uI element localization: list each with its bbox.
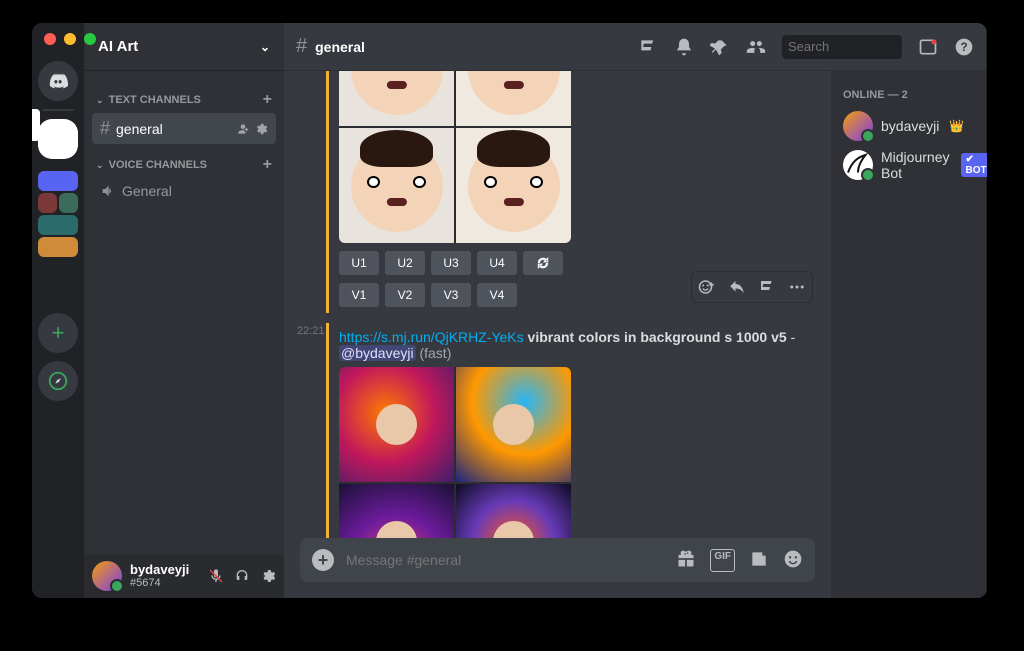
- hash-icon: #: [100, 118, 110, 139]
- message-scroll[interactable]: U1 U2 U3 U4 V1 V2 V3 V4: [284, 71, 831, 538]
- grid-cell-2: [456, 71, 571, 126]
- mute-icon[interactable]: [208, 568, 224, 584]
- chevron-down-icon: ⌄: [260, 40, 270, 54]
- members-sidebar: Online — 2 bydaveyji 👑 Midjourney Bot ✔ …: [831, 71, 986, 598]
- member-bydaveyji[interactable]: bydaveyji 👑: [839, 107, 978, 145]
- btn-v2[interactable]: V2: [385, 283, 425, 307]
- prompt-link[interactable]: https://s.mj.run/QjKRHZ-YeKs: [339, 329, 524, 345]
- more-icon[interactable]: [784, 274, 810, 300]
- member-avatar: [843, 150, 873, 180]
- mj-image-grid[interactable]: [339, 367, 571, 538]
- reply-icon[interactable]: [724, 274, 750, 300]
- channel-label: General: [122, 183, 172, 199]
- btn-u3[interactable]: U3: [431, 251, 471, 275]
- close-dot[interactable]: [44, 33, 56, 45]
- btn-u2[interactable]: U2: [385, 251, 425, 275]
- btn-reroll[interactable]: [523, 251, 563, 275]
- bot-badge: ✔ BOT: [961, 153, 987, 177]
- deafen-icon[interactable]: [234, 568, 250, 584]
- server-name: AI Art: [98, 38, 138, 55]
- sticker-icon[interactable]: [749, 549, 769, 572]
- prompt-text: vibrant colors in background s 1000 v5: [528, 329, 787, 345]
- reroll-icon: [536, 256, 550, 270]
- search-box[interactable]: [782, 35, 902, 59]
- notifications-icon[interactable]: [674, 37, 694, 57]
- midjourney-icon: [843, 150, 873, 180]
- settings-icon[interactable]: [254, 122, 268, 136]
- discord-icon: [47, 70, 69, 92]
- invite-icon[interactable]: [236, 122, 250, 136]
- emoji-icon[interactable]: [783, 549, 803, 572]
- window-controls[interactable]: [44, 33, 96, 45]
- category-voice[interactable]: ⌄ Voice Channels +: [92, 152, 276, 178]
- grid-cell-4: [456, 484, 571, 538]
- btn-u1[interactable]: U1: [339, 251, 379, 275]
- add-channel-icon[interactable]: +: [263, 91, 272, 109]
- btn-u4[interactable]: U4: [477, 251, 517, 275]
- btn-v4[interactable]: V4: [477, 283, 517, 307]
- message-hover-actions: [691, 271, 813, 303]
- btn-v1[interactable]: V1: [339, 283, 379, 307]
- main-chat: # general ?: [284, 23, 987, 598]
- gif-icon[interactable]: GIF: [710, 549, 735, 572]
- message-content: https://s.mj.run/QjKRHZ-YeKs vibrant col…: [339, 329, 831, 361]
- grid-cell-1: [339, 71, 454, 126]
- min-dot[interactable]: [64, 33, 76, 45]
- user-settings-icon[interactable]: [260, 568, 276, 584]
- compass-icon: [47, 370, 69, 392]
- server-rail: +: [32, 23, 84, 598]
- category-text[interactable]: ⌄ Text Channels +: [92, 87, 276, 113]
- channel-sidebar: AI Art ⌄ ⌄ Text Channels + # general ⌄ V…: [84, 23, 284, 598]
- grid-cell-3: [339, 484, 454, 538]
- composer-input[interactable]: [346, 552, 664, 568]
- help-icon[interactable]: ?: [954, 37, 974, 57]
- btn-v3[interactable]: V3: [431, 283, 471, 307]
- message-timestamp: 22:21: [297, 325, 325, 337]
- grid-cell-4: [456, 128, 571, 243]
- message-composer: + GIF: [300, 538, 815, 582]
- add-server-button[interactable]: +: [38, 313, 78, 353]
- dm-home-button[interactable]: [38, 61, 78, 101]
- add-reaction-icon[interactable]: [694, 274, 720, 300]
- channel-topbar: # general ?: [284, 23, 986, 71]
- members-online-header: Online — 2: [843, 89, 974, 101]
- svg-text:?: ?: [960, 41, 967, 54]
- grid-cell-1: [339, 367, 454, 482]
- channel-general[interactable]: # general: [92, 113, 276, 144]
- members-toggle-icon[interactable]: [746, 37, 766, 57]
- separator: [42, 109, 74, 111]
- create-thread-icon[interactable]: [754, 274, 780, 300]
- crown-icon: 👑: [949, 119, 964, 133]
- member-avatar: [843, 111, 873, 141]
- active-server-indicator: [32, 109, 40, 141]
- voice-channel-general[interactable]: General: [92, 178, 276, 204]
- self-user-info[interactable]: bydaveyji #5674: [130, 563, 189, 589]
- max-dot[interactable]: [84, 33, 96, 45]
- mj-image-grid[interactable]: [339, 71, 571, 243]
- channel-title: general: [315, 39, 365, 55]
- grid-cell-3: [339, 128, 454, 243]
- user-panel: bydaveyji #5674: [84, 554, 284, 598]
- message-block: 22:21 https://s.mj.run/QjKRHZ-YeKs vibra…: [326, 323, 831, 538]
- speed-label: (fast): [419, 345, 451, 361]
- server-header[interactable]: AI Art ⌄: [84, 23, 284, 71]
- threads-icon[interactable]: [638, 37, 658, 57]
- inbox-icon[interactable]: [918, 37, 938, 57]
- channel-label: general: [116, 121, 163, 137]
- add-channel-icon[interactable]: +: [263, 156, 272, 174]
- explore-servers-button[interactable]: [38, 361, 78, 401]
- server-ai-art[interactable]: [38, 119, 78, 159]
- user-mention[interactable]: @bydaveyji: [339, 345, 416, 361]
- member-midjourney-bot[interactable]: Midjourney Bot ✔ BOT: [839, 145, 978, 185]
- hash-icon: #: [296, 35, 307, 58]
- server-folder[interactable]: [38, 171, 78, 257]
- grid-cell-2: [456, 367, 571, 482]
- pinned-icon[interactable]: [710, 37, 730, 57]
- gift-icon[interactable]: [676, 549, 696, 572]
- speaker-icon: [100, 183, 116, 199]
- self-avatar[interactable]: [92, 561, 122, 591]
- attach-button[interactable]: +: [312, 549, 334, 571]
